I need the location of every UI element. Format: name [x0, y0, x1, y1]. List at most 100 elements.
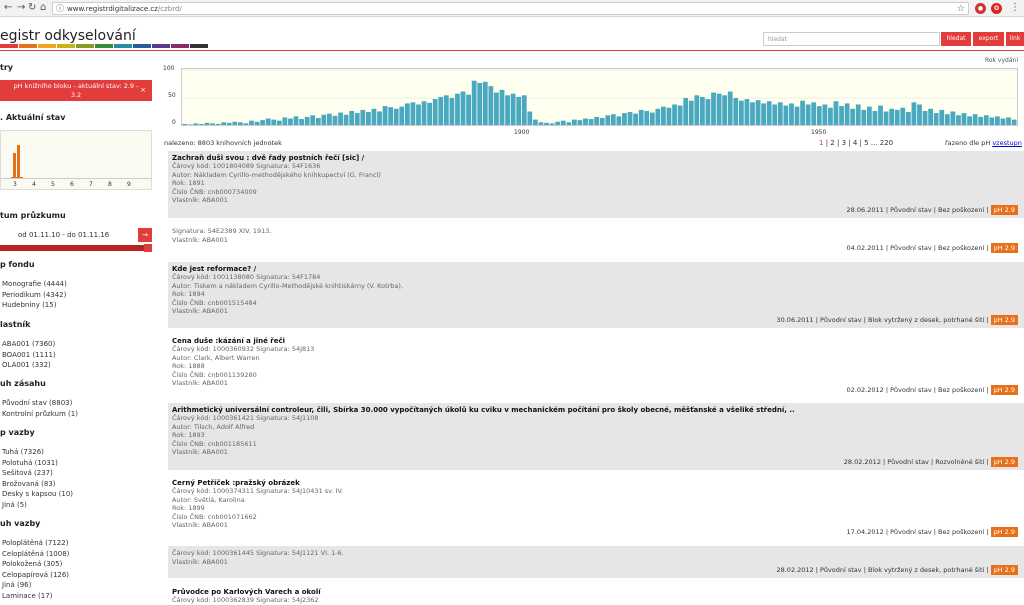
chart-bar [816, 106, 822, 125]
chart-bar [393, 108, 399, 125]
close-icon[interactable]: × [140, 86, 146, 95]
facet-item[interactable]: Brožovaná (83) [2, 480, 56, 488]
color-stripe [171, 44, 189, 48]
color-stripe [190, 44, 208, 48]
chart-bar [265, 118, 271, 125]
chart-bar [571, 119, 577, 125]
record-item[interactable]: Čárový kód: 1000361445 Signatura: 54J112… [168, 546, 1024, 578]
facet-item[interactable]: Jiná (5) [2, 501, 27, 509]
active-filter-line2: 3.2 [70, 91, 82, 99]
chart-bar [828, 107, 833, 125]
chart-bar [961, 113, 967, 125]
ph-histogram[interactable]: 3 4 5 6 7 8 9 [0, 130, 152, 190]
export-button[interactable]: export [973, 32, 1004, 46]
opera-extension-icon[interactable]: O [991, 3, 1002, 14]
bookmark-star-icon[interactable]: ☆ [957, 3, 965, 15]
record-detail-line: Číslo ČNB: cnb001515484 [172, 298, 257, 307]
facet-item[interactable]: Desky s kapsou (10) [2, 490, 73, 498]
active-filter-chip[interactable]: pH knižního bloku - aktuální stav: 2.9 -… [0, 80, 152, 101]
chart-bar [187, 124, 193, 125]
page-link[interactable]: 4 [853, 139, 860, 147]
record-item[interactable]: Černý Petříček :pražský obrázek Čárový kó… [168, 476, 1024, 540]
chart-bar [276, 120, 282, 125]
url-host: www.registrdigitalizace.cz [67, 5, 158, 13]
facet-item[interactable]: Sešitová (237) [2, 469, 53, 477]
facet-item[interactable]: Kontrolní průzkum (1) [2, 410, 78, 418]
chart-bar [471, 80, 477, 125]
facet-item[interactable]: BOA001 (1111) [2, 351, 56, 359]
record-item[interactable]: Arithmetický universální controleur, čil… [168, 403, 1024, 470]
chart-bar [677, 105, 683, 125]
chart-bar [889, 108, 895, 125]
chart-bar [911, 102, 917, 125]
date-slider-handle[interactable] [144, 244, 152, 252]
facet-item[interactable]: Jiná (96) [2, 581, 31, 589]
record-title[interactable]: Cena duše :kázání a jiné řeči [172, 337, 1020, 345]
record-title[interactable]: Kde jest reformace? / [172, 265, 1020, 273]
home-icon[interactable]: ⌂ [40, 2, 46, 14]
facet-item[interactable]: Celoplátěná (1008) [2, 550, 69, 558]
chart-bar [983, 115, 989, 125]
record-footer: 02.02.2012 | Původní stav | Bez poškozen… [847, 385, 1018, 395]
facet-item[interactable]: Polokožená (305) [2, 560, 62, 568]
forward-icon[interactable]: → [17, 2, 25, 14]
search-button[interactable]: hledat [941, 32, 971, 46]
facet-item[interactable]: Periodikum (4342) [2, 291, 66, 299]
page-link[interactable]: 2 [830, 139, 837, 147]
chart-bar [956, 115, 961, 125]
chart-bar [232, 121, 238, 125]
menu-icon[interactable]: ⋮ [1010, 2, 1020, 14]
chart-bar [210, 123, 215, 125]
chart-bar [516, 96, 522, 125]
record-title[interactable]: Zachraň duši svou : dvě řady postních ře… [172, 154, 1020, 162]
link-button[interactable]: link [1006, 32, 1024, 46]
facet-item[interactable]: Polotuhá (1031) [2, 459, 58, 467]
facet-item[interactable]: Poloplátěná (7122) [2, 539, 68, 547]
chart-bar [199, 123, 204, 125]
reload-icon[interactable]: ↻ [28, 2, 36, 14]
facet-item[interactable]: Monografie (4444) [2, 280, 67, 288]
chart-bar [549, 123, 555, 125]
chart-bar [616, 116, 622, 125]
chart-bar [839, 106, 844, 125]
record-detail-line: Čárový kód: 1000361445 Signatura: 54J112… [172, 549, 344, 557]
record-status: 17.04.2012 | Původní stav | Bez poškozen… [846, 528, 989, 536]
chart-bar [777, 102, 783, 125]
record-item[interactable]: Průvodce po Karlových Varech a okolí Čáro… [168, 585, 1024, 605]
chart-bar [722, 95, 728, 125]
date-slider[interactable] [0, 244, 152, 252]
chart-bar [488, 86, 494, 125]
record-item[interactable]: Kde jest reformace? / Čárový kód: 1001138… [168, 262, 1024, 328]
facet-item[interactable]: Laminace (17) [2, 592, 52, 600]
search-input[interactable]: hledat [763, 32, 940, 46]
page-link[interactable]: 220 [880, 139, 893, 147]
facet-item[interactable]: Tuhá (7326) [2, 448, 44, 456]
record-title[interactable]: Průvodce po Karlových Varech a okolí [172, 588, 1020, 596]
facet-item[interactable]: Hudebniny (15) [2, 301, 56, 309]
record-item[interactable]: Cena duše :kázání a jiné řeči Čárový kód:… [168, 334, 1024, 398]
site-title[interactable]: egistr odkyselování [0, 28, 136, 44]
sort-link[interactable]: vzestupn [992, 139, 1022, 147]
facet-item[interactable]: Celopapírová (126) [2, 571, 69, 579]
facet-item[interactable]: Původní stav (8803) [2, 399, 72, 407]
sort-info: řazeno dle pH vzestupn [945, 139, 1022, 147]
record-title[interactable]: Arithmetický universální controleur, čil… [172, 406, 1020, 414]
date-apply-button[interactable]: → [138, 228, 152, 242]
ph-badge: pH 2.9 [990, 385, 1018, 395]
record-detail-line: Autor: Nákladem Cyrillo-methodějského kn… [172, 170, 381, 179]
record-item[interactable]: Zachraň duši svou : dvě řady postních ře… [168, 151, 1024, 218]
adblock-extension-icon[interactable]: ● [975, 3, 986, 14]
record-item[interactable]: Signatura: 54E2389 XIV. 1913. Vlastník: A… [168, 224, 1024, 256]
facet-item[interactable]: ABA001 (7360) [2, 340, 55, 348]
record-title[interactable]: Černý Petříček :pražský obrázek [172, 479, 1020, 487]
page-link[interactable]: 1 [819, 139, 826, 147]
back-icon[interactable]: ← [4, 2, 12, 14]
year-chart[interactable] [181, 68, 1018, 126]
page-link[interactable]: 5 [864, 139, 871, 147]
chart-bar [221, 122, 227, 125]
record-detail-line: Číslo ČNB: cnb001185611 [172, 439, 257, 448]
chart-bar [577, 120, 583, 125]
facet-item[interactable]: OLA001 (332) [2, 361, 51, 369]
address-bar[interactable]: ⓘ www.registrdigitalizace.cz/czbrd/ ☆ [52, 2, 969, 15]
chart-bar [327, 113, 332, 125]
